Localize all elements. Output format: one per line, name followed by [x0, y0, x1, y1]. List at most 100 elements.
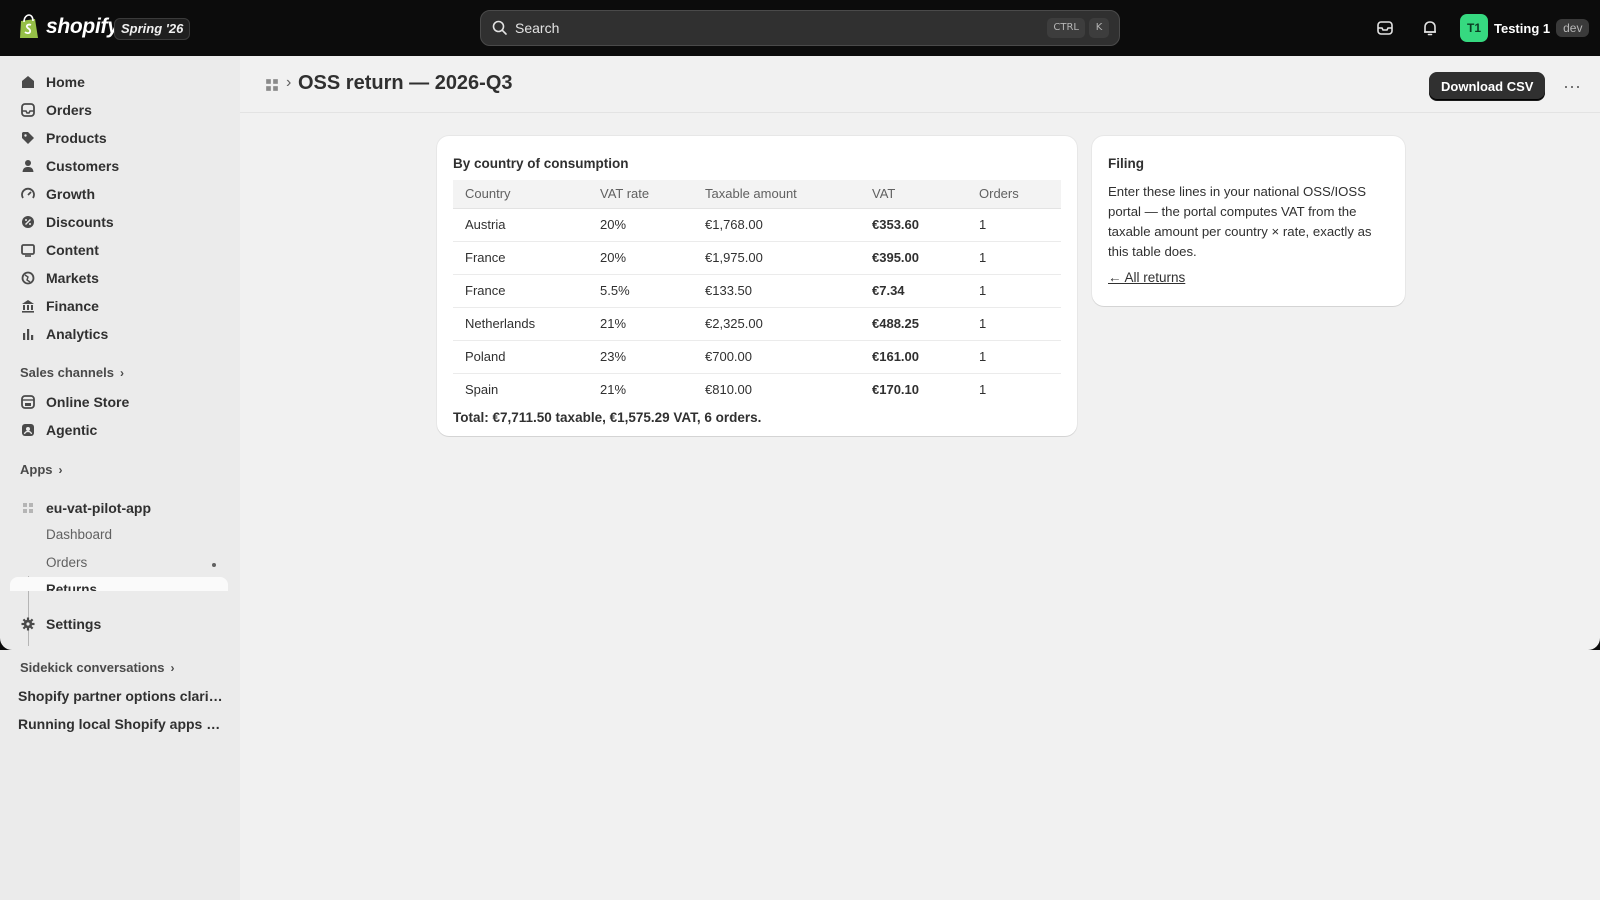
nav-item-growth[interactable]: Growth	[10, 180, 228, 208]
search-bar[interactable]: Search CTRL K	[480, 10, 1120, 46]
globe-icon	[20, 270, 36, 286]
page-title: OSS return — 2026-Q3	[298, 72, 513, 94]
country-card: By country of consumption Country VAT ra…	[437, 136, 1077, 436]
card-title: By country of consumption	[453, 156, 629, 171]
nav-item-markets[interactable]: Markets	[10, 264, 228, 292]
nav-label: Orders	[46, 102, 92, 118]
section-label: Sales channels	[20, 365, 114, 380]
user-name: Testing 1	[1494, 20, 1551, 36]
cell-rate: 20%	[588, 208, 693, 242]
cell-country: Austria	[453, 208, 588, 242]
nav-label: Settings	[46, 616, 102, 632]
person-icon	[20, 158, 36, 174]
inbox-icon[interactable]	[1373, 16, 1397, 40]
nav-item-analytics[interactable]: Analytics	[10, 320, 228, 348]
filing-card: Filing Enter these lines in your nationa…	[1092, 136, 1405, 306]
nav-item-content[interactable]: Content	[10, 236, 228, 264]
more-actions-icon[interactable]: ···	[1558, 74, 1586, 98]
sidebar: Home Orders Products Customers Growth Di…	[0, 56, 240, 650]
content-icon	[20, 242, 36, 258]
nav-label: Finance	[46, 298, 99, 314]
nav-item-app[interactable]: eu-vat-pilot-app	[10, 494, 228, 522]
column-header: Orders	[967, 180, 1061, 209]
user-menu[interactable]: T1 Testing 1 dev	[1460, 14, 1590, 42]
chevron-right-icon: ›	[170, 660, 175, 675]
app-icon[interactable]	[265, 78, 279, 92]
sidekick-header[interactable]: Sidekick conversations ›	[20, 660, 175, 675]
bell-icon[interactable]	[1418, 16, 1442, 40]
cell-vat: €170.10	[872, 382, 919, 398]
page-header: › OSS return — 2026-Q3 Download CSV ···	[240, 56, 1600, 113]
cell-rate: 23%	[588, 340, 693, 374]
conversation-item[interactable]: Shopify partner options clarified	[18, 688, 226, 704]
download-csv-button[interactable]: Download CSV	[1429, 72, 1546, 100]
search-input[interactable]: Search	[515, 20, 1043, 36]
cell-orders: 1	[967, 307, 1061, 341]
card-title: Filing	[1108, 156, 1144, 171]
app-icon	[20, 500, 36, 516]
table-row: Poland 23% €700.00 €161.00 1	[453, 340, 1061, 374]
nav-item-settings[interactable]: Settings	[10, 610, 228, 638]
store-icon	[20, 394, 36, 410]
table-row: Netherlands 21% €2,325.00 €488.25 1	[453, 307, 1061, 341]
store-tag: dev	[1556, 19, 1590, 37]
conversation-item[interactable]: Running local Shopify apps wit...	[18, 716, 226, 732]
nav-label: eu-vat-pilot-app	[46, 500, 151, 516]
nav-item-online-store[interactable]: Online Store	[10, 388, 228, 416]
sub-item-dashboard[interactable]: Dashboard	[46, 527, 112, 542]
nav-item-agentic[interactable]: Agentic	[10, 416, 228, 444]
cell-orders: 1	[967, 274, 1061, 308]
bank-icon	[20, 298, 36, 314]
column-header: Country	[453, 180, 588, 209]
sub-item-orders[interactable]: Orders	[46, 555, 87, 570]
table-row: France 20% €1,975.00 €395.00 1	[453, 241, 1061, 275]
table-row: Spain 21% €810.00 €170.10 1	[453, 373, 1061, 406]
table-row: Austria 20% €1,768.00 €353.60 1	[453, 208, 1061, 242]
app-status-dot	[212, 563, 216, 567]
nav-label: Analytics	[46, 326, 109, 342]
nav-label: Content	[46, 242, 99, 258]
table-header-row: Country VAT rate Taxable amount VAT Orde…	[453, 180, 1061, 209]
cell-vat: €395.00	[860, 241, 967, 275]
breadcrumb-separator: ›	[286, 74, 292, 91]
cell-rate: 5.5%	[588, 274, 693, 308]
cell-taxable: €810.00	[705, 382, 752, 398]
tag-icon	[20, 130, 36, 146]
sub-item-label: Returns	[46, 582, 98, 591]
nav-item-products[interactable]: Products	[10, 124, 228, 152]
cell-taxable: €133.50	[693, 274, 860, 308]
discount-icon	[20, 214, 36, 230]
all-returns-link[interactable]: ← All returns	[1108, 270, 1185, 285]
shopify-bag-icon	[20, 14, 38, 38]
search-icon	[492, 20, 507, 35]
apps-header[interactable]: Apps ›	[20, 462, 63, 477]
nav-item-orders[interactable]: Orders	[10, 96, 228, 124]
cell-taxable: €1,768.00	[693, 208, 860, 242]
nav-item-discounts[interactable]: Discounts	[10, 208, 228, 236]
column-header: VAT rate	[588, 180, 693, 209]
cell-orders: 1	[967, 208, 1061, 242]
sidekick-panel: Sidekick conversations › Shopify partner…	[0, 650, 240, 900]
nav-item-home[interactable]: Home	[10, 68, 228, 96]
cell-rate: 21%	[588, 307, 693, 341]
nav-item-customers[interactable]: Customers	[10, 152, 228, 180]
nav-label: Products	[46, 130, 107, 146]
section-label: Apps	[20, 462, 53, 477]
shopify-logo[interactable]: shopify	[18, 14, 119, 40]
agentic-icon	[20, 422, 36, 438]
top-bar: shopify Spring '26 Search CTRL K T1 Test…	[0, 0, 1600, 56]
vat-table: Country VAT rate Taxable amount VAT Orde…	[453, 180, 1061, 406]
nav-label: Customers	[46, 158, 120, 174]
home-icon	[20, 74, 36, 90]
cell-orders: 1	[979, 382, 987, 398]
main-background	[240, 650, 1600, 900]
sub-item-returns[interactable]: Returns	[10, 577, 228, 591]
nav-item-finance[interactable]: Finance	[10, 292, 228, 320]
shortcut-key-ctrl: CTRL	[1047, 18, 1085, 38]
bar-chart-icon	[20, 326, 36, 342]
shortcut-key-k: K	[1089, 18, 1109, 38]
cell-orders: 1	[967, 241, 1061, 275]
main-content: › OSS return — 2026-Q3 Download CSV ··· …	[240, 56, 1600, 650]
cell-rate: 21%	[600, 382, 627, 398]
sales-channels-header[interactable]: Sales channels ›	[20, 365, 124, 380]
